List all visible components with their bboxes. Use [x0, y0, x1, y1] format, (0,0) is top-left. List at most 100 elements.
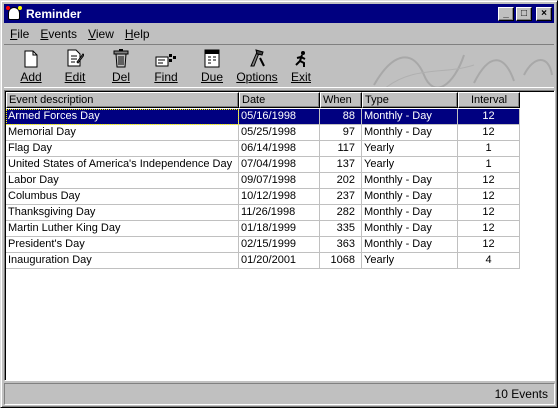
cell-type: Monthly - Day — [362, 173, 458, 189]
exit-button[interactable]: Exit — [279, 48, 323, 86]
find-button[interactable]: Find — [144, 48, 188, 86]
cell-interval: 12 — [458, 237, 520, 253]
cell-when: 117 — [320, 141, 362, 157]
cell-type: Monthly - Day — [362, 189, 458, 205]
exit-runner-icon — [295, 51, 306, 67]
reminder-window: Reminder _ □ × File Events View Help Add… — [0, 0, 558, 408]
cell-interval: 1 — [458, 157, 520, 173]
cell-when: 202 — [320, 173, 362, 189]
menu-bar: File Events View Help — [4, 24, 554, 43]
cell-type: Monthly - Day — [362, 237, 458, 253]
cell-description: Memorial Day — [6, 125, 239, 141]
table-row[interactable]: Memorial Day 05/25/1998 97 Monthly - Day 12 — [6, 125, 520, 141]
maximize-button[interactable]: □ — [516, 6, 532, 21]
cell-type: Yearly — [362, 157, 458, 173]
cell-when: 88 — [320, 109, 362, 125]
cell-interval: 12 — [458, 221, 520, 237]
cell-interval: 4 — [458, 253, 520, 269]
cell-description: Labor Day — [6, 173, 239, 189]
delete-button[interactable]: Del — [99, 48, 143, 86]
table-row[interactable]: Labor Day 09/07/1998 202 Monthly - Day 12 — [6, 173, 520, 189]
toolbar: Add Edit Del Find Due Options Exit — [4, 44, 554, 88]
cell-type: Yearly — [362, 141, 458, 157]
cell-date: 01/20/2001 — [239, 253, 320, 269]
cell-date: 06/14/1998 — [239, 141, 320, 157]
cell-interval: 12 — [458, 173, 520, 189]
cell-when: 335 — [320, 221, 362, 237]
close-button[interactable]: × — [536, 6, 552, 21]
cell-when: 97 — [320, 125, 362, 141]
menu-events[interactable]: Events — [34, 27, 82, 41]
status-bar: 10 Events — [4, 383, 555, 405]
list-header: Event description Date When Type Interva… — [6, 92, 520, 108]
cell-type: Monthly - Day — [362, 205, 458, 221]
table-row[interactable]: Columbus Day 10/12/1998 237 Monthly - Day 12 — [6, 189, 520, 205]
cell-description: President's Day — [6, 237, 239, 253]
table-row[interactable]: Flag Day 06/14/1998 117 Yearly 1 — [6, 141, 520, 157]
options-button[interactable]: Options — [235, 48, 279, 86]
cell-description: Inauguration Day — [6, 253, 239, 269]
cell-date: 09/07/1998 — [239, 173, 320, 189]
new-document-icon — [24, 50, 38, 68]
cell-type: Monthly - Day — [362, 221, 458, 237]
cell-interval: 1 — [458, 141, 520, 157]
due-button[interactable]: Due — [190, 48, 234, 86]
menu-view[interactable]: View — [82, 27, 119, 41]
edit-button[interactable]: Edit — [53, 48, 97, 86]
close-icon: × — [541, 7, 547, 19]
cell-date: 07/04/1998 — [239, 157, 320, 173]
maximize-icon: □ — [520, 7, 528, 19]
trash-can-icon — [113, 49, 129, 68]
table-row[interactable]: Inauguration Day 01/20/2001 1068 Yearly 4 — [6, 253, 520, 269]
cell-description: Martin Luther King Day — [6, 221, 239, 237]
cell-description: Columbus Day — [6, 189, 239, 205]
column-header-when[interactable]: When — [320, 92, 362, 108]
window-title: Reminder — [26, 6, 82, 21]
list-body: Armed Forces Day 05/16/1998 88 Monthly - Da… — [6, 109, 520, 269]
cell-interval: 12 — [458, 125, 520, 141]
column-header-description[interactable]: Event description — [6, 92, 239, 108]
cell-interval: 12 — [458, 205, 520, 221]
reminder-app-icon[interactable] — [6, 5, 22, 22]
cell-when: 1068 — [320, 253, 362, 269]
table-row[interactable]: Martin Luther King Day 01/18/1999 335 Month… — [6, 221, 520, 237]
menu-help[interactable]: Help — [119, 27, 155, 41]
cell-when: 363 — [320, 237, 362, 253]
column-header-type[interactable]: Type — [362, 92, 458, 108]
find-icon — [155, 54, 176, 67]
title-bar[interactable]: Reminder _ □ × — [4, 4, 554, 23]
cell-date: 02/15/1999 — [239, 237, 320, 253]
events-list[interactable]: Event description Date When Type Interva… — [4, 90, 555, 381]
cell-type: Monthly - Day — [362, 125, 458, 141]
cell-when: 137 — [320, 157, 362, 173]
cell-interval: 12 — [458, 189, 520, 205]
table-row[interactable]: United States of America's Independence … — [6, 157, 520, 173]
cell-when: 282 — [320, 205, 362, 221]
cell-description: United States of America's Independence … — [6, 157, 239, 173]
cell-description: Thanksgiving Day — [6, 205, 239, 221]
table-row[interactable]: Armed Forces Day 05/16/1998 88 Monthly - Da… — [6, 109, 520, 125]
table-row[interactable]: President's Day 02/15/1999 363 Monthly - Da… — [6, 237, 520, 253]
cell-interval: 12 — [458, 109, 520, 125]
minimize-button[interactable]: _ — [498, 6, 514, 21]
table-row[interactable]: Thanksgiving Day 11/26/1998 282 Monthly - D… — [6, 205, 520, 221]
edit-document-icon — [67, 49, 84, 67]
minimize-icon: _ — [503, 7, 509, 19]
cell-date: 10/12/1998 — [239, 189, 320, 205]
cell-date: 05/16/1998 — [239, 109, 320, 125]
cell-when: 237 — [320, 189, 362, 205]
cell-date: 11/26/1998 — [239, 205, 320, 221]
column-header-interval[interactable]: Interval — [458, 92, 520, 108]
options-icon — [250, 49, 265, 67]
toolbar-watermark — [373, 54, 553, 87]
add-button[interactable]: Add — [9, 48, 53, 86]
event-count: 10 Events — [494, 387, 548, 401]
cell-description: Armed Forces Day — [6, 109, 239, 125]
cell-type: Monthly - Day — [362, 109, 458, 125]
calendar-icon — [204, 49, 220, 68]
column-header-date[interactable]: Date — [239, 92, 320, 108]
cell-type: Yearly — [362, 253, 458, 269]
menu-file[interactable]: File — [4, 27, 34, 41]
cell-date: 05/25/1998 — [239, 125, 320, 141]
cell-description: Flag Day — [6, 141, 239, 157]
